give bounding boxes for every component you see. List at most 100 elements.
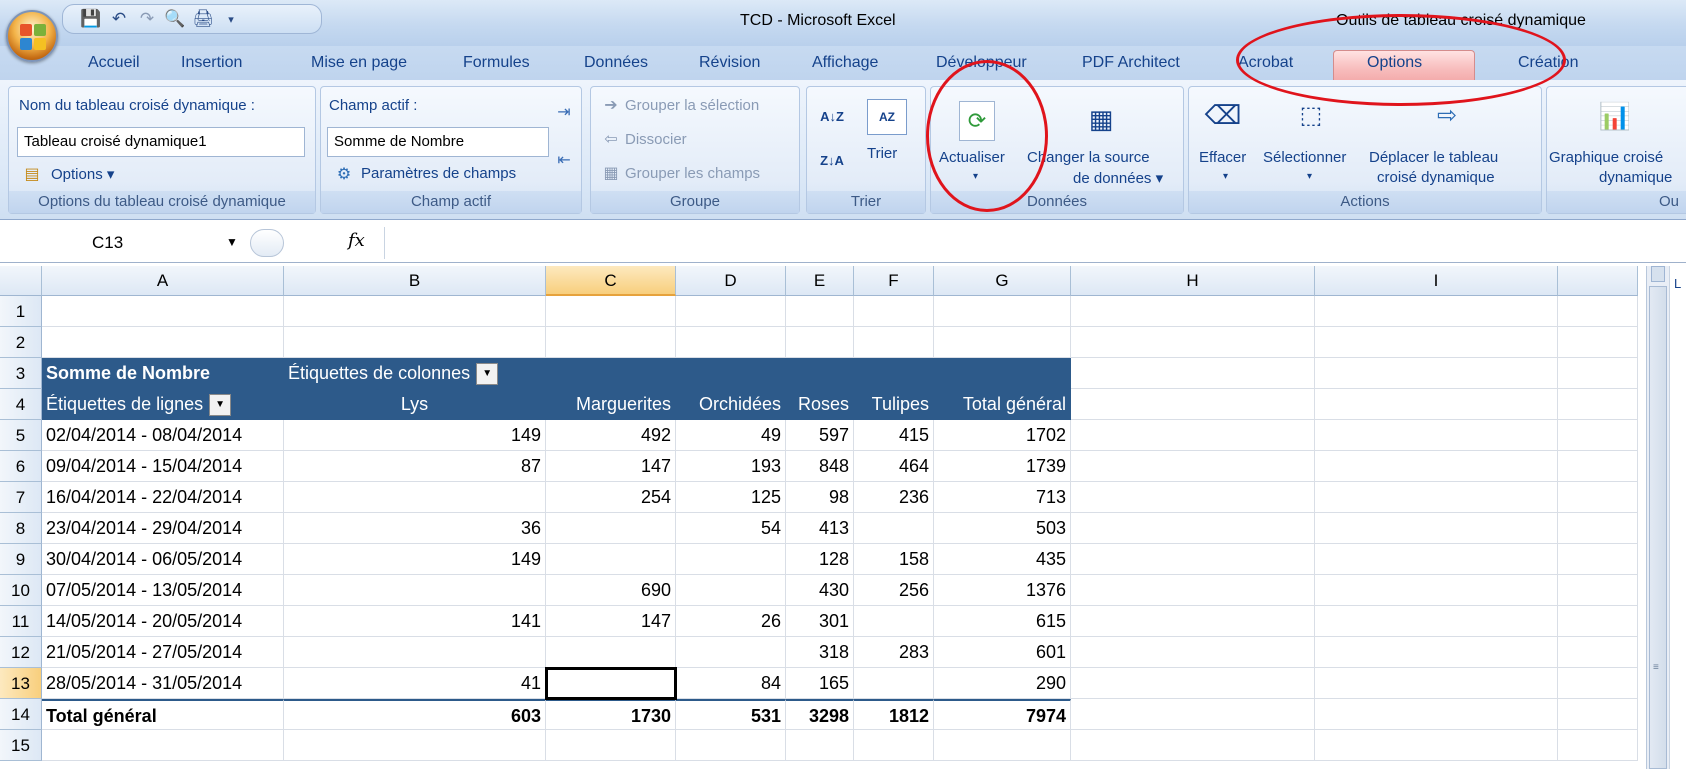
- pivot-value-cell[interactable]: 165: [786, 668, 854, 699]
- move-pivot-button-line2[interactable]: croisé dynamique: [1377, 169, 1495, 186]
- tab-developpeur[interactable]: Développeur: [936, 54, 1027, 72]
- pivot-value-cell[interactable]: 36: [284, 513, 546, 544]
- pivot-value-cell[interactable]: 430: [786, 575, 854, 606]
- pivot-column-header[interactable]: Total général: [934, 389, 1071, 420]
- pivot-row-label[interactable]: 02/04/2014 - 08/04/2014: [42, 420, 284, 451]
- pivot-value-cell[interactable]: 149: [284, 420, 546, 451]
- pivot-value-cell[interactable]: [546, 637, 676, 668]
- cell[interactable]: [1071, 730, 1315, 761]
- cell[interactable]: [42, 296, 284, 327]
- pivot-total-cell[interactable]: 531: [676, 699, 786, 730]
- cell[interactable]: [1558, 668, 1638, 699]
- cell[interactable]: [546, 327, 676, 358]
- pivot-value-cell[interactable]: 492: [546, 420, 676, 451]
- column-header-f[interactable]: F: [854, 266, 934, 296]
- cell[interactable]: [1315, 606, 1558, 637]
- cell[interactable]: [934, 327, 1071, 358]
- select-button[interactable]: Sélectionner: [1263, 149, 1346, 166]
- row-filter-dropdown-icon[interactable]: ▼: [209, 394, 232, 417]
- pivot-value-cell[interactable]: [284, 575, 546, 606]
- scroll-thumb[interactable]: ≡: [1649, 286, 1667, 769]
- pivot-value-cell[interactable]: 236: [854, 482, 934, 513]
- pivot-value-cell[interactable]: [284, 482, 546, 513]
- ungroup-button[interactable]: Dissocier: [625, 131, 687, 148]
- pivot-value-cell[interactable]: 84: [676, 668, 786, 699]
- group-fields-button[interactable]: Grouper les champs: [625, 165, 760, 182]
- cell[interactable]: [1558, 544, 1638, 575]
- tab-pdf-architect[interactable]: PDF Architect: [1082, 54, 1180, 72]
- cell[interactable]: [1315, 699, 1558, 730]
- cell[interactable]: [1071, 668, 1315, 699]
- pivot-value-cell[interactable]: 87: [284, 451, 546, 482]
- pivot-value-cell[interactable]: 503: [934, 513, 1071, 544]
- cell[interactable]: [1558, 482, 1638, 513]
- pivot-value-cell[interactable]: [676, 544, 786, 575]
- clear-dropdown-icon[interactable]: ▾: [1223, 171, 1228, 182]
- select-dropdown-icon[interactable]: ▾: [1307, 171, 1312, 182]
- undo-icon[interactable]: ↶: [107, 8, 131, 30]
- pivot-value-cell[interactable]: [284, 637, 546, 668]
- cell[interactable]: [1315, 327, 1558, 358]
- cell[interactable]: [1315, 544, 1558, 575]
- redo-icon[interactable]: ↷: [135, 8, 159, 30]
- cell[interactable]: [42, 730, 284, 761]
- column-filter-dropdown-icon[interactable]: ▼: [476, 363, 499, 386]
- name-box[interactable]: C13: [6, 228, 246, 258]
- options-button[interactable]: Options ▾: [51, 165, 114, 183]
- column-header-c[interactable]: C: [546, 266, 676, 296]
- refresh-button[interactable]: Actualiser: [939, 149, 1005, 166]
- pivot-total-cell[interactable]: 603: [284, 699, 546, 730]
- pivot-value-cell[interactable]: 254: [546, 482, 676, 513]
- tab-mise-en-page[interactable]: Mise en page: [311, 54, 407, 72]
- pivot-row-label[interactable]: 28/05/2014 - 31/05/2014: [42, 668, 284, 699]
- pivot-row-label[interactable]: 30/04/2014 - 06/05/2014: [42, 544, 284, 575]
- cell[interactable]: [1071, 358, 1315, 389]
- tab-insertion[interactable]: Insertion: [181, 54, 242, 72]
- cell[interactable]: [1558, 606, 1638, 637]
- cell[interactable]: [284, 296, 546, 327]
- pivot-total-cell[interactable]: 1730: [546, 699, 676, 730]
- pivot-value-cell[interactable]: [854, 513, 934, 544]
- row-header-9[interactable]: 9: [0, 544, 42, 575]
- pivot-column-header[interactable]: Lys: [284, 389, 546, 420]
- pivot-total-cell[interactable]: 1812: [854, 699, 934, 730]
- pivot-value-cell[interactable]: 615: [934, 606, 1071, 637]
- cell[interactable]: [854, 296, 934, 327]
- pivot-value-cell[interactable]: 193: [676, 451, 786, 482]
- collapse-field-icon[interactable]: ⇤: [553, 149, 575, 171]
- cell[interactable]: [676, 327, 786, 358]
- clear-button[interactable]: Effacer: [1199, 149, 1246, 166]
- group-selection-button[interactable]: Grouper la sélection: [625, 97, 759, 114]
- row-header-4[interactable]: 4: [0, 389, 42, 420]
- cell[interactable]: [1071, 389, 1315, 420]
- row-header-10[interactable]: 10: [0, 575, 42, 606]
- pivot-value-cell[interactable]: 125: [676, 482, 786, 513]
- cell[interactable]: [284, 730, 546, 761]
- pivot-value-cell[interactable]: 1702: [934, 420, 1071, 451]
- vertical-scrollbar[interactable]: ≡ L: [1646, 266, 1686, 769]
- cell[interactable]: [1315, 575, 1558, 606]
- row-header-13[interactable]: 13: [0, 668, 42, 699]
- pivot-value-cell[interactable]: 158: [854, 544, 934, 575]
- pt-name-input[interactable]: Tableau croisé dynamique1: [17, 127, 305, 157]
- cell[interactable]: [1071, 575, 1315, 606]
- pivot-value-cell[interactable]: 690: [546, 575, 676, 606]
- pivot-value-cell[interactable]: 435: [934, 544, 1071, 575]
- row-header-12[interactable]: 12: [0, 637, 42, 668]
- cell[interactable]: [1558, 296, 1638, 327]
- cell[interactable]: [786, 296, 854, 327]
- cell[interactable]: [1315, 730, 1558, 761]
- cell[interactable]: [546, 730, 676, 761]
- row-header-8[interactable]: 8: [0, 513, 42, 544]
- pivot-value-cell[interactable]: 141: [284, 606, 546, 637]
- cell[interactable]: [1558, 699, 1638, 730]
- tab-options[interactable]: Options: [1367, 54, 1422, 72]
- pivot-value-cell[interactable]: 290: [934, 668, 1071, 699]
- pivot-value-cell[interactable]: 413: [786, 513, 854, 544]
- cell[interactable]: [934, 358, 1071, 389]
- cell[interactable]: [934, 730, 1071, 761]
- column-header-extra[interactable]: [1558, 266, 1638, 296]
- row-header-11[interactable]: 11: [0, 606, 42, 637]
- cell[interactable]: [854, 327, 934, 358]
- tab-formules[interactable]: Formules: [463, 54, 530, 72]
